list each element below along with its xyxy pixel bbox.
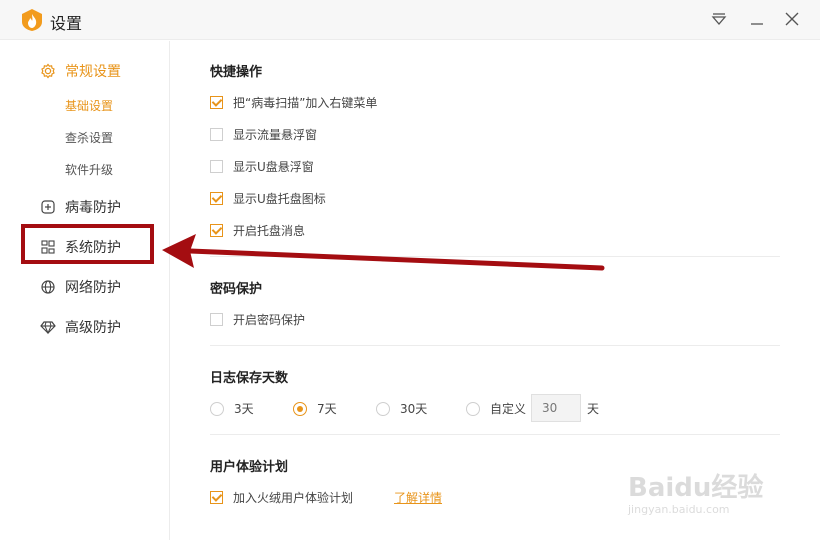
menu-dropdown-button[interactable] xyxy=(710,10,728,28)
sidebar-item-advanced-protection[interactable]: 高级防护 xyxy=(40,315,121,339)
radio-button[interactable] xyxy=(376,401,390,416)
option-label: 显示U盘托盘图标 xyxy=(233,191,326,206)
section-title-password: 密码保护 xyxy=(210,282,263,297)
option-add-scan-context-menu[interactable]: 把“病毒扫描”加入右键菜单 xyxy=(210,94,377,110)
option-usb-float-window[interactable]: 显示U盘悬浮窗 xyxy=(210,158,314,174)
log-days-radio-group: 3天 7天 30天 自定义 30 天 xyxy=(210,394,630,422)
radio-label: 30天 xyxy=(400,402,428,416)
title-bar: 设置 xyxy=(0,0,820,40)
watermark-text: Baidu经验 xyxy=(628,473,764,503)
baidu-jingyan-watermark: Baidu经验 jingyan.baidu.com xyxy=(628,455,778,525)
close-icon xyxy=(785,12,799,26)
checkbox[interactable] xyxy=(210,127,223,141)
checkbox[interactable] xyxy=(210,159,223,173)
radio-button[interactable] xyxy=(210,401,224,416)
section-title-ux-plan: 用户体验计划 xyxy=(210,460,289,475)
option-label: 显示流量悬浮窗 xyxy=(233,127,318,142)
option-label: 显示U盘悬浮窗 xyxy=(233,159,314,174)
radio-30-days[interactable]: 30天 xyxy=(376,400,427,417)
divider xyxy=(210,345,780,346)
radio-label: 3天 xyxy=(234,402,254,416)
diamond-icon xyxy=(40,319,56,335)
sidebar-item-label: 网络防护 xyxy=(65,280,121,296)
checkbox[interactable] xyxy=(210,95,223,109)
globe-icon xyxy=(40,279,56,295)
close-button[interactable] xyxy=(783,10,801,28)
highlight-annotation-box xyxy=(21,224,154,264)
sidebar-subitem-scan-settings[interactable]: 查杀设置 xyxy=(65,129,113,146)
huorong-logo-icon xyxy=(22,9,42,31)
radio-7-days[interactable]: 7天 xyxy=(293,400,337,417)
checkbox[interactable] xyxy=(210,490,223,504)
sidebar-item-virus-protection[interactable]: 病毒防护 xyxy=(40,195,121,219)
section-title-log-days: 日志保存天数 xyxy=(210,371,289,386)
sidebar-item-general-settings[interactable]: 常规设置 xyxy=(40,59,121,83)
option-label: 把“病毒扫描”加入右键菜单 xyxy=(233,95,378,110)
sidebar-subitem-basic-settings[interactable]: 基础设置 xyxy=(65,97,113,114)
option-label: 开启密码保护 xyxy=(233,312,306,327)
minimize-button[interactable] xyxy=(748,10,766,28)
radio-button[interactable] xyxy=(466,401,480,416)
dropdown-triangle-icon xyxy=(711,13,727,25)
watermark-url: jingyan.baidu.com xyxy=(628,503,730,516)
plus-square-icon xyxy=(40,199,56,215)
custom-days-input[interactable]: 30 xyxy=(531,394,581,422)
option-password-protection[interactable]: 开启密码保护 xyxy=(210,311,305,327)
checkbox[interactable] xyxy=(210,312,223,326)
radio-custom-days[interactable]: 自定义 xyxy=(466,400,526,417)
checkbox[interactable] xyxy=(210,223,223,237)
learn-more-link[interactable]: 了解详情 xyxy=(394,489,442,506)
option-traffic-float-window[interactable]: 显示流量悬浮窗 xyxy=(210,126,317,142)
option-join-ux-plan[interactable]: 加入火绒用户体验计划 xyxy=(210,489,353,505)
divider xyxy=(210,256,780,257)
gear-icon xyxy=(40,63,56,79)
radio-label: 自定义 xyxy=(490,402,527,416)
option-usb-tray-icon[interactable]: 显示U盘托盘图标 xyxy=(210,190,326,206)
sidebar-item-label: 常规设置 xyxy=(65,64,121,80)
sidebar-item-label: 高级防护 xyxy=(65,320,121,336)
option-tray-messages[interactable]: 开启托盘消息 xyxy=(210,222,305,238)
radio-button[interactable] xyxy=(293,401,307,416)
radio-label: 7天 xyxy=(317,402,337,416)
days-unit-label: 天 xyxy=(587,402,600,416)
sidebar-subitem-software-upgrade[interactable]: 软件升级 xyxy=(65,161,113,178)
radio-3-days[interactable]: 3天 xyxy=(210,400,254,417)
window-title: 设置 xyxy=(50,14,83,33)
section-title-quick-ops: 快捷操作 xyxy=(210,65,263,80)
option-label: 开启托盘消息 xyxy=(233,223,306,238)
sidebar-item-label: 病毒防护 xyxy=(65,200,121,216)
option-label: 加入火绒用户体验计划 xyxy=(233,490,354,505)
checkbox[interactable] xyxy=(210,191,223,205)
sidebar-item-network-protection[interactable]: 网络防护 xyxy=(40,275,121,299)
divider xyxy=(210,434,780,435)
minimize-icon xyxy=(751,23,763,25)
